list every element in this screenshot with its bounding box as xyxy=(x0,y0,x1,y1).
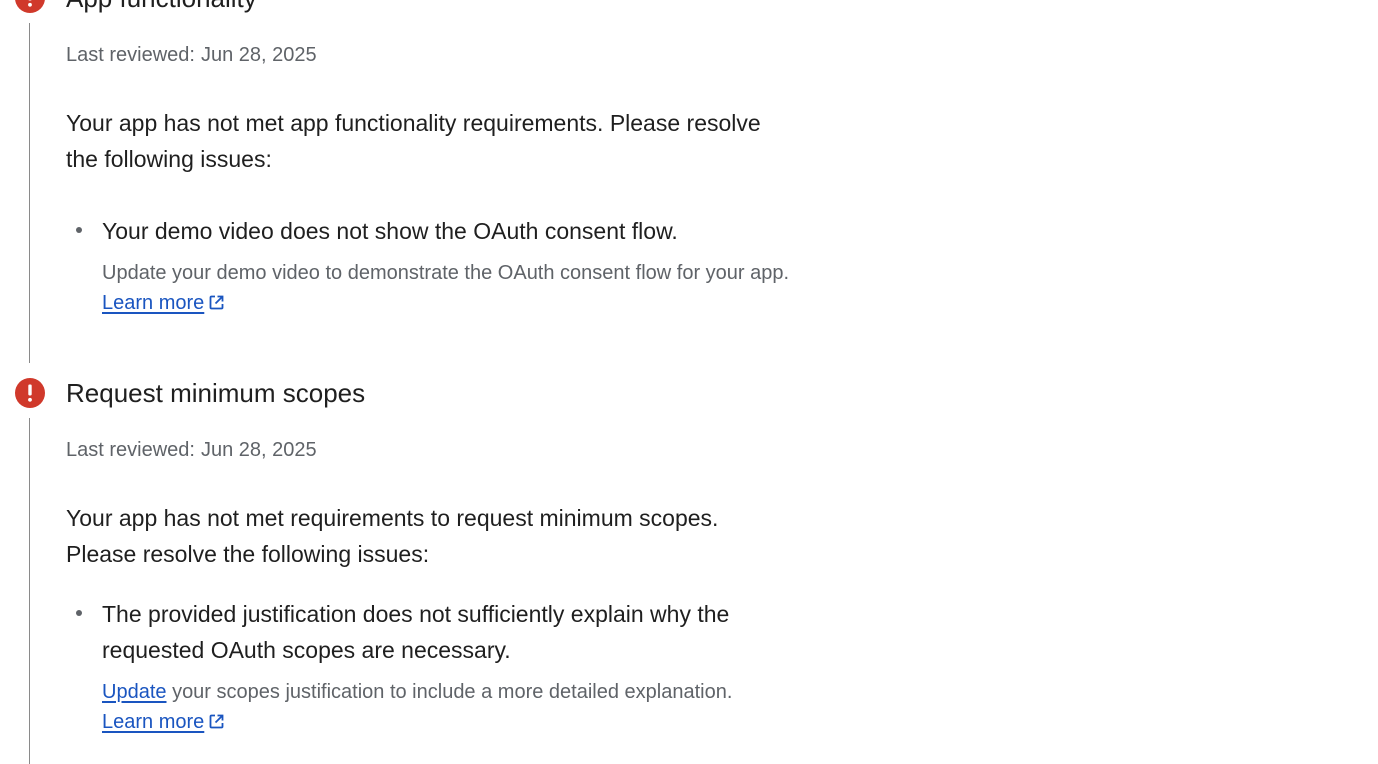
last-reviewed-date: Jun 28, 2025 xyxy=(200,44,317,66)
external-link-icon[interactable] xyxy=(208,290,225,320)
issue-title: Your demo video does not show the OAuth … xyxy=(102,218,678,244)
issue-description: Update your scopes justification to incl… xyxy=(102,677,792,739)
error-icon xyxy=(15,378,45,408)
learn-more-label: Learn more xyxy=(102,292,205,314)
error-icon xyxy=(15,0,45,13)
last-reviewed: Last reviewed: Jun 28, 2025 xyxy=(66,42,317,68)
last-reviewed: Last reviewed: Jun 28, 2025 xyxy=(66,437,317,463)
issue-description-text: Update your demo video to demonstrate th… xyxy=(102,262,790,284)
last-reviewed-label: Last reviewed: xyxy=(66,44,195,66)
last-reviewed-label: Last reviewed: xyxy=(66,439,195,461)
issue-title: The provided justification does not suff… xyxy=(102,601,730,663)
bullet-icon xyxy=(76,610,82,616)
section-summary: Your app has not met requirements to req… xyxy=(66,505,719,567)
learn-more-link[interactable]: Learn more xyxy=(102,711,204,733)
section-title: Request minimum scopes xyxy=(66,378,366,408)
timeline-divider xyxy=(29,418,30,764)
last-reviewed-date: Jun 28, 2025 xyxy=(200,439,317,461)
external-link-icon[interactable] xyxy=(208,709,225,739)
review-status-page: App functionality Last reviewed:Jun 28, … xyxy=(0,0,1378,764)
section-title: App functionality xyxy=(66,0,257,15)
section-request-minimum-scopes: Request minimum scopes Last reviewed: Jun… xyxy=(0,378,800,764)
section-summary: Your app has not met app functionality r… xyxy=(66,110,761,172)
timeline-divider xyxy=(29,23,30,363)
learn-more-label: Learn more xyxy=(102,711,205,733)
update-link[interactable]: Update xyxy=(102,681,167,703)
issue-description: Update your demo video to demonstrate th… xyxy=(102,258,792,320)
issue-description-text: your scopes justification to include a m… xyxy=(172,681,733,703)
bullet-icon xyxy=(76,227,82,233)
section-app-functionality: App functionality Last reviewed:Jun 28, … xyxy=(0,0,800,363)
learn-more-link[interactable]: Learn more xyxy=(102,292,204,314)
